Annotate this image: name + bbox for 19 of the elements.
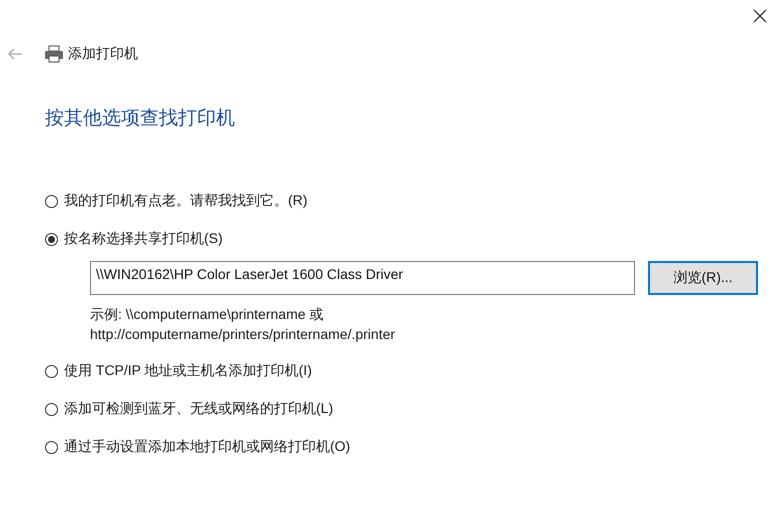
radio-button[interactable] xyxy=(45,402,58,416)
page-heading: 按其他选项查找打印机 xyxy=(45,107,236,131)
example-hint: http://computername/printers/printername/.printer xyxy=(90,325,396,344)
radio-button[interactable] xyxy=(45,232,58,246)
radio-button[interactable] xyxy=(45,364,58,378)
back-arrow-icon xyxy=(7,48,23,60)
window-title: 添加打印机 xyxy=(68,45,138,63)
printer-path-field[interactable]: \\WIN20162\HP Color LaserJet 1600 Class Driver xyxy=(90,261,635,295)
option-label[interactable]: 我的打印机有点老。请帮我找到它。(R) xyxy=(64,192,308,210)
browse-button[interactable]: 浏览(R)... xyxy=(648,261,758,295)
option-label[interactable]: 通过手动设置添加本地打印机或网络打印机(O) xyxy=(64,438,350,456)
radio-button[interactable] xyxy=(45,440,58,454)
option-label[interactable]: 使用 TCP/IP 地址或主机名添加打印机(I) xyxy=(64,362,312,380)
radio-button[interactable] xyxy=(45,194,58,208)
option-label[interactable]: 添加可检测到蓝牙、无线或网络的打印机(L) xyxy=(64,400,334,418)
option-label[interactable]: 按名称选择共享打印机(S) xyxy=(64,230,223,248)
close-icon xyxy=(753,9,767,23)
printer-icon xyxy=(44,45,64,63)
example-hint: 示例: \\computername\printername 或 xyxy=(90,305,324,324)
